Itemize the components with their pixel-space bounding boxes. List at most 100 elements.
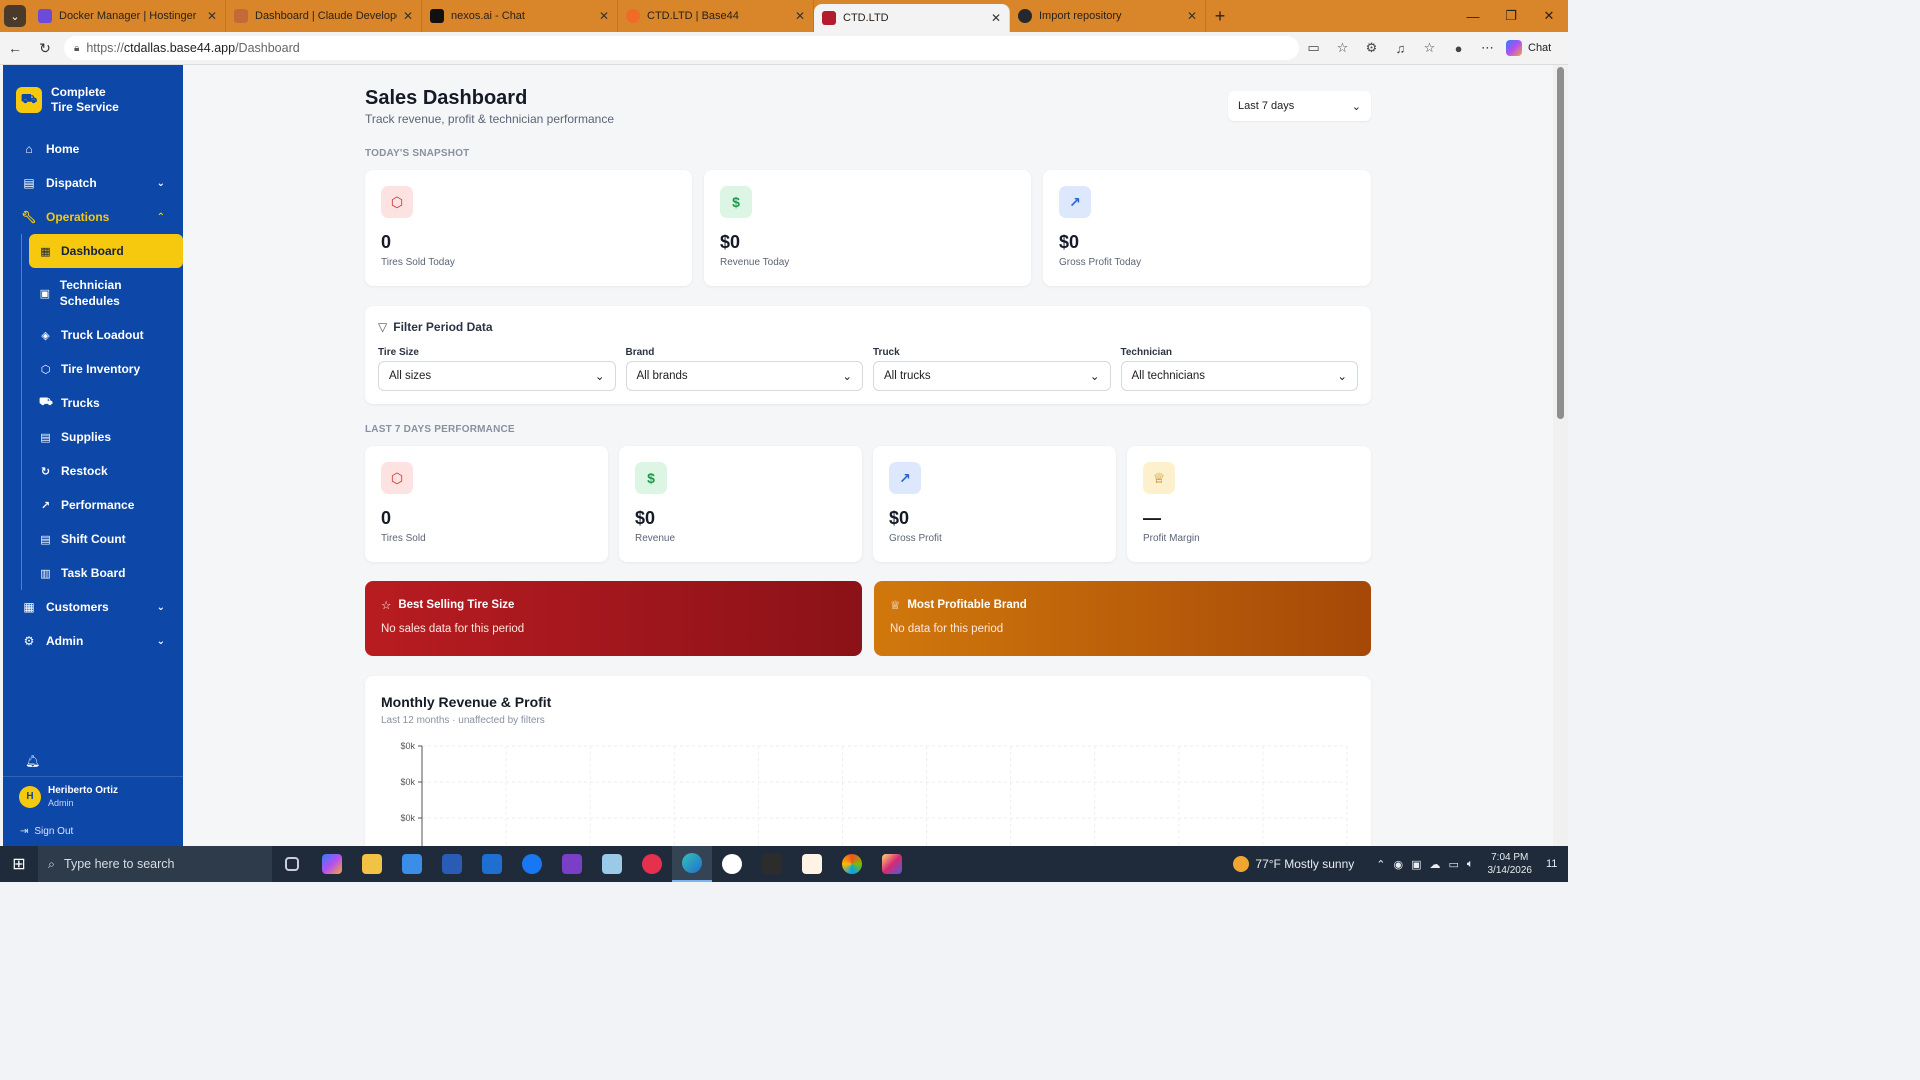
weather-widget[interactable]: 77°F Mostly sunny [1233,856,1354,872]
close-window-icon[interactable]: ✕ [1530,8,1568,24]
sidebar-item-supplies[interactable]: ▤ Supplies [29,420,183,454]
page-scrollbar[interactable] [1553,65,1568,846]
stat-card-revenue-today: $ $0 Revenue Today [704,170,1031,286]
back-icon[interactable]: ← [0,40,30,56]
sidebar-item-operations[interactable]: 🔧︎ Operations ⌃ [3,200,183,234]
sidebar-item-technician-schedules[interactable]: ▣ Technician Schedules [29,268,183,318]
period-select[interactable]: Last 7 days ⌄ [1228,91,1371,121]
sidebar-item-customers[interactable]: ▦ Customers ⌄ [3,590,183,624]
meet-now-icon[interactable]: ▣ [1411,858,1421,871]
layers-icon: ◈ [41,329,50,342]
powershell-icon[interactable] [432,846,472,882]
browser-tab[interactable]: Dashboard | Claude Developer Pla✕ [226,0,422,32]
sidebar-item-performance[interactable]: ↗ Performance [29,488,183,522]
browser-tab[interactable]: Import repository ✕ [1010,0,1206,32]
sign-out-link[interactable]: ⇥ Sign Out [3,816,183,846]
tire-size-select[interactable]: All sizes ⌄ [378,361,616,391]
page-header: Sales Dashboard Track revenue, profit & … [365,87,614,126]
instagram-icon[interactable] [872,846,912,882]
close-icon[interactable]: ✕ [1187,9,1197,23]
user-role: Admin [48,797,74,808]
outlook-icon[interactable] [472,846,512,882]
sidebar-item-dashboard[interactable]: ▦ Dashboard [29,234,183,268]
sidebar-item-tire-inventory[interactable]: ⬡ Tire Inventory [29,352,183,386]
performance-section-label: LAST 7 DAYS PERFORMANCE [365,424,515,435]
url-field[interactable]: 🔒︎ https://ctdallas.base44.app/Dashboard [64,36,1299,60]
copilot-chat-button[interactable]: Chat [1506,40,1551,56]
brand-select[interactable]: All brands ⌄ [625,361,863,391]
ctd-favicon-icon [822,11,836,25]
stat-card-tires-today: ⬡ 0 Tires Sold Today [365,170,692,286]
restore-icon[interactable]: ❐ [1492,8,1530,24]
truck-select[interactable]: All trucks ⌄ [873,361,1111,391]
browser-tab[interactable]: CTD.LTD | Base44 ✕ [618,0,814,32]
tab-actions-menu[interactable]: ⌄ [0,0,30,32]
sidebar-footer: 🔔︎ H Heriberto Ortiz Admin ⇥ Sign Out [3,746,183,846]
close-icon[interactable]: ✕ [599,9,609,23]
scrollbar-thumb[interactable] [1557,67,1564,419]
refresh-icon[interactable]: ↻ [30,40,60,57]
sidebar-item-restock[interactable]: ↻ Restock [29,454,183,488]
operations-submenu: ▦ Dashboard ▣ Technician Schedules ◈ Truck … [21,234,183,590]
sidebar-item-task-board[interactable]: ▥ Task Board [29,556,183,590]
sidebar-item-shift-count[interactable]: ▤ Shift Count [29,522,183,556]
task-view-icon[interactable] [272,846,312,882]
browser-tab[interactable]: nexos.ai - Chat ✕ [422,0,618,32]
chevron-down-icon: ⌄ [1351,100,1361,113]
onedrive-icon[interactable]: ☁ [1429,858,1440,871]
document-app-icon[interactable] [792,846,832,882]
media-icon[interactable]: ♫ [1386,41,1415,56]
stat-card-gross-profit: ↗ $0 Gross Profit [873,446,1116,562]
close-icon[interactable]: ✕ [991,11,1001,25]
close-icon[interactable]: ✕ [207,9,217,23]
extensions-icon[interactable]: ⚙ [1357,40,1386,56]
photos-icon[interactable] [832,846,872,882]
user-profile[interactable]: H Heriberto Ortiz Admin [3,776,183,816]
volume-icon[interactable]: 🔈︎ [1467,858,1474,871]
tray-app-icon[interactable]: ◉ [1393,858,1403,871]
edge-browser-icon[interactable] [672,846,712,882]
store-icon[interactable] [392,846,432,882]
sidebar-item-dispatch[interactable]: ▤ Dispatch ⌄ [3,166,183,200]
notes-icon[interactable] [592,846,632,882]
new-tab-button[interactable]: + [1206,0,1234,32]
penguin-app-icon[interactable] [712,846,752,882]
network-icon[interactable]: ▭ [1448,858,1458,871]
address-bar-row: ← ↻ 🔒︎ https://ctdallas.base44.app/Dashb… [0,32,1568,65]
chevron-up-icon[interactable]: ⌃ [1376,858,1385,871]
favorite-star-icon[interactable]: ☆ [1328,40,1357,56]
media-player-icon[interactable] [632,846,672,882]
sidebar-item-admin[interactable]: ⚙ Admin ⌄ [3,624,183,658]
minimize-icon[interactable]: — [1454,9,1492,24]
windows-start-icon[interactable]: ⊞ [0,854,38,874]
split-screen-icon[interactable]: ▭ [1299,40,1328,56]
browser-tab-active[interactable]: CTD.LTD ✕ [814,4,1010,32]
favorites-icon[interactable]: ☆ [1415,40,1444,56]
close-icon[interactable]: ✕ [403,9,413,23]
chevron-down-icon: ⌄ [594,371,605,383]
taskbar-search[interactable]: ⌕ Type here to search [38,846,272,882]
more-options-icon[interactable]: ⋯ [1473,40,1502,56]
calculator-icon[interactable] [752,846,792,882]
copilot-icon [1506,40,1522,56]
browser-tab[interactable]: Docker Manager | Hostinger ✕ [30,0,226,32]
technician-select[interactable]: All technicians ⌄ [1120,361,1358,391]
chart-y-tick-label: $0k [400,741,415,751]
stat-card-tires-sold: ⬡ 0 Tires Sold [365,446,608,562]
sidebar-item-truck-loadout[interactable]: ◈ Truck Loadout [29,318,183,352]
file-explorer-icon[interactable] [352,846,392,882]
brand[interactable]: ⛟ Complete Tire Service [3,65,183,121]
sidebar-item-home[interactable]: ⌂ Home [3,132,183,166]
facebook-icon[interactable] [512,846,552,882]
notifications-bell-icon[interactable]: 🔔︎ [3,746,183,776]
visual-studio-icon[interactable] [552,846,592,882]
chevron-down-icon: ⌄ [842,371,852,383]
notification-center-icon[interactable]: 11 [1546,858,1568,870]
sidebar-nav: ⌂ Home ▤ Dispatch ⌄ 🔧︎ Operations ⌃ ▦ Dashboar… [3,121,183,658]
stat-card-profit-margin: ♕ — Profit Margin [1127,446,1371,562]
sidebar-item-trucks[interactable]: ⛟ Trucks [29,386,183,420]
close-icon[interactable]: ✕ [795,9,805,23]
clock[interactable]: 7:04 PM 3/14/2026 [1488,851,1533,877]
copilot-app-icon[interactable] [312,846,352,882]
profile-icon[interactable]: ● [1444,41,1473,56]
